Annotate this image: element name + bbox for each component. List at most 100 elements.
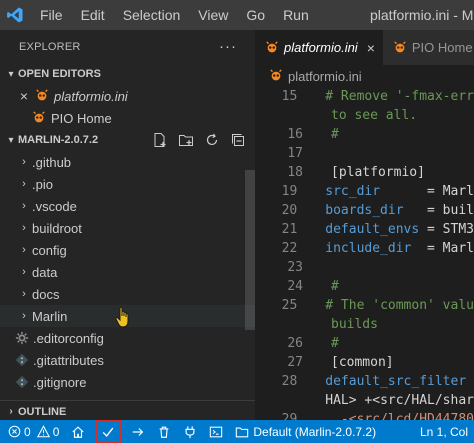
file-label: .gitignore (33, 374, 87, 390)
code-value: = Marl (411, 241, 474, 256)
editor-tabs: platformio.ini × PIO Home (255, 30, 474, 65)
build-button[interactable] (95, 420, 122, 443)
chevron-down-icon: ▾ (8, 134, 14, 146)
warning-icon (36, 425, 50, 438)
code-line: to see all. (255, 106, 474, 125)
trash-icon (157, 425, 171, 439)
vscode-logo-icon (0, 0, 30, 30)
line-number: 20 (281, 203, 298, 218)
tab-platformio-ini[interactable]: platformio.ini × (255, 30, 383, 65)
folder-docs[interactable]: › docs (0, 283, 255, 305)
open-editor-label: PIO Home (51, 110, 112, 126)
tab-pio-home[interactable]: PIO Home (382, 30, 474, 65)
open-editor-pio-home[interactable]: PIO Home (0, 107, 255, 129)
code-text: builds (331, 317, 378, 332)
git-icon (14, 352, 30, 368)
git-icon (14, 374, 30, 390)
folder-label: .github (32, 154, 72, 170)
code-text: [common] (331, 355, 394, 370)
line-number: 24 (287, 279, 303, 294)
chevron-right-icon: › (22, 178, 26, 190)
alien-icon (32, 111, 46, 125)
outline-header[interactable]: › OUTLINE (0, 400, 255, 420)
code-text: boards_dir = buil (325, 201, 474, 220)
code-line: 25 # The 'common' valu (255, 296, 474, 315)
hand-cursor-icon (114, 306, 134, 330)
menu-run[interactable]: Run (274, 0, 318, 30)
file-gitignore[interactable]: .gitignore (0, 371, 255, 393)
folder-label: data (32, 264, 58, 280)
code-text: # The 'common' valu (325, 298, 474, 313)
code-key: default_envs (325, 222, 420, 237)
close-icon[interactable]: × (15, 88, 33, 104)
folder-buildroot[interactable]: › buildroot (0, 217, 255, 239)
chevron-right-icon: › (22, 244, 26, 256)
code-line: 29 -<src/lcd/HD44780 (255, 410, 474, 420)
line-number: 28 (281, 374, 298, 389)
outline-title: OUTLINE (18, 405, 67, 418)
folder-pio[interactable]: › .pio (0, 173, 255, 195)
window-title: platformio.ini - Mar (370, 7, 474, 23)
breadcrumb[interactable]: platformio.ini (255, 65, 474, 87)
code-editor[interactable]: 15 # Remove '-fmax-err to see all. 16 # 17… (255, 87, 474, 420)
line-number (255, 315, 303, 334)
project-actions (151, 131, 247, 149)
problems-indicator[interactable]: 0 0 (0, 420, 65, 443)
status-bar: 0 0 Default (Marlin-2.0.7.2) Ln 1, Col (0, 420, 474, 443)
folder-github[interactable]: › .github (0, 151, 255, 173)
code-line: 22 include_dir = Marl (255, 239, 474, 258)
file-editorconfig[interactable]: .editorconfig (0, 327, 255, 349)
new-file-icon[interactable] (151, 131, 169, 149)
file-label: .gitattributes (33, 352, 104, 368)
open-editor-platformio-ini[interactable]: × platformio.ini (0, 85, 255, 107)
project-env-switcher[interactable]: Default (Marlin-2.0.7.2) (229, 420, 382, 443)
code-key: src_dir (325, 184, 381, 199)
gear-icon (14, 330, 30, 346)
code-line: 28 default_src_filter (255, 372, 474, 391)
line-number (255, 106, 303, 125)
file-gitattributes[interactable]: .gitattributes (0, 349, 255, 371)
close-icon[interactable]: × (367, 40, 375, 56)
new-folder-icon[interactable] (177, 131, 195, 149)
chevron-right-icon: › (22, 200, 26, 212)
open-editors-header[interactable]: ▾ OPEN EDITORS (0, 63, 255, 85)
code-text: # Remove '-fmax-err (325, 89, 474, 104)
folder-data[interactable]: › data (0, 261, 255, 283)
env-label: Default (Marlin-2.0.7.2) (253, 424, 377, 439)
test-button[interactable] (177, 420, 203, 443)
line-number: 18 (287, 165, 303, 180)
file-label: .editorconfig (33, 330, 104, 346)
code-line: 18 [platformio] (255, 163, 474, 182)
menu-file[interactable]: File (30, 0, 72, 30)
code-line: 20 boards_dir = buil (255, 201, 474, 220)
line-number: 15 (281, 89, 298, 104)
folder-label: docs (32, 286, 60, 302)
cursor-position[interactable]: Ln 1, Col (420, 425, 468, 439)
menu-edit[interactable]: Edit (72, 0, 114, 30)
folder-vscode[interactable]: › .vscode (0, 195, 255, 217)
code-text: # (331, 336, 339, 351)
refresh-icon[interactable] (203, 131, 221, 149)
collapse-all-icon[interactable] (229, 131, 247, 149)
explorer-title: EXPLORER (19, 40, 81, 53)
more-actions-icon[interactable]: ··· (219, 38, 237, 55)
sidebar-scrollbar[interactable] (245, 170, 255, 330)
upload-button[interactable] (125, 420, 151, 443)
explorer-sidebar: EXPLORER ··· ▾ OPEN EDITORS × platformio… (0, 30, 255, 420)
menu-go[interactable]: Go (237, 0, 274, 30)
code-text: HAL> +<src/HAL/shar (325, 393, 474, 408)
clean-button[interactable] (151, 420, 177, 443)
pio-home-button[interactable] (65, 420, 91, 443)
line-number: 23 (287, 260, 303, 275)
menu-selection[interactable]: Selection (114, 0, 190, 30)
serial-monitor-button[interactable] (203, 420, 229, 443)
open-editors-title: OPEN EDITORS (18, 68, 101, 80)
code-text: default_envs = STM3 (325, 220, 474, 239)
menu-view[interactable]: View (189, 0, 237, 30)
code-line: 19 src_dir = Marl (255, 182, 474, 201)
folder-config[interactable]: › config (0, 239, 255, 261)
project-header[interactable]: ▾ MARLIN-2.0.7.2 (0, 129, 255, 151)
folder-label: buildroot (32, 220, 82, 236)
line-number: 17 (287, 146, 303, 161)
code-line: 24 # (255, 277, 474, 296)
